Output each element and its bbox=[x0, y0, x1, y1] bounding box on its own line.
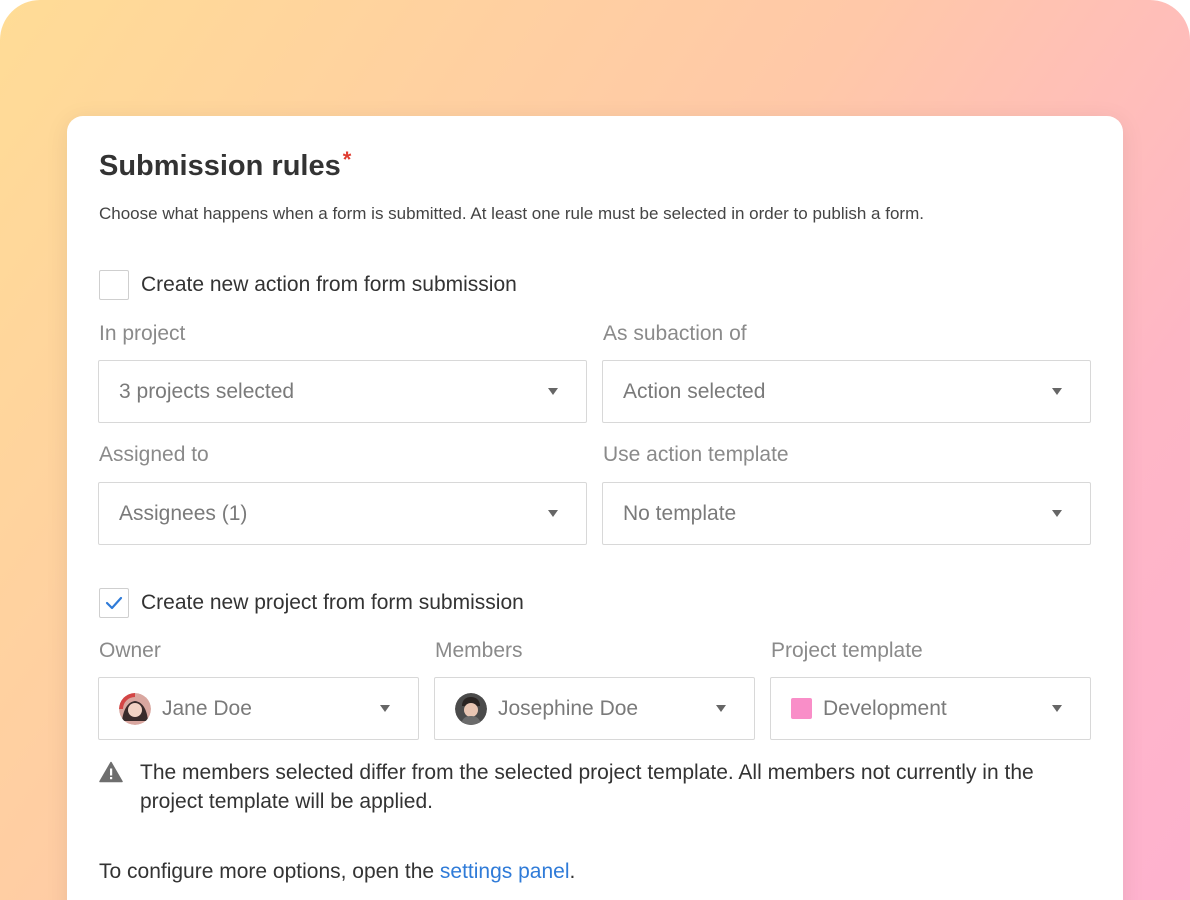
as-subaction-value: Action selected bbox=[623, 379, 766, 403]
warning-text: The members selected differ from the sel… bbox=[140, 761, 1034, 813]
assigned-to-select[interactable]: Assignees (1) bbox=[98, 482, 587, 545]
chevron-down-icon bbox=[1052, 510, 1062, 517]
action-template-value: No template bbox=[623, 501, 737, 525]
members-label: Members bbox=[435, 639, 523, 662]
chevron-down-icon bbox=[1052, 705, 1062, 712]
action-rule-label: Create new action from form submission bbox=[141, 273, 517, 296]
project-rule-label: Create new project from form submission bbox=[141, 591, 524, 614]
settings-panel-link[interactable]: settings panel bbox=[440, 860, 570, 883]
use-action-template-label: Use action template bbox=[603, 443, 789, 466]
chevron-down-icon bbox=[548, 388, 558, 395]
chevron-down-icon bbox=[548, 510, 558, 517]
owner-value: Jane Doe bbox=[162, 696, 252, 720]
members-select[interactable]: Josephine Doe bbox=[434, 677, 755, 740]
as-subaction-label: As subaction of bbox=[603, 322, 747, 345]
chevron-down-icon bbox=[1052, 388, 1062, 395]
required-asterisk: * bbox=[342, 147, 352, 172]
section-title-text: Submission rules bbox=[99, 150, 341, 182]
section-title: Submission rules* bbox=[99, 147, 352, 183]
project-template-select[interactable]: Development bbox=[770, 677, 1091, 740]
chevron-down-icon bbox=[716, 705, 726, 712]
template-color-swatch bbox=[791, 698, 812, 719]
members-value: Josephine Doe bbox=[498, 696, 639, 720]
submission-rules-card: Submission rules* Choose what happens wh… bbox=[67, 116, 1123, 900]
checkmark-icon bbox=[105, 596, 123, 610]
footer-suffix: . bbox=[569, 860, 576, 883]
assigned-to-label: Assigned to bbox=[99, 443, 209, 466]
warning-triangle-icon bbox=[99, 758, 129, 816]
section-description: Choose what happens when a form is submi… bbox=[99, 204, 924, 223]
footer-prefix: To configure more options, open the bbox=[99, 860, 440, 883]
project-rule-checkbox[interactable] bbox=[99, 588, 129, 618]
in-project-label: In project bbox=[99, 322, 186, 345]
project-rule-row[interactable]: Create new project from form submission bbox=[99, 588, 524, 618]
owner-select[interactable]: Jane Doe bbox=[98, 677, 419, 740]
warning-message: The members selected differ from the sel… bbox=[99, 758, 1099, 816]
assigned-to-value: Assignees (1) bbox=[119, 501, 248, 525]
action-rule-checkbox[interactable] bbox=[99, 270, 129, 300]
action-template-select[interactable]: No template bbox=[602, 482, 1091, 545]
chevron-down-icon bbox=[380, 705, 390, 712]
gradient-background: Submission rules* Choose what happens wh… bbox=[0, 0, 1190, 900]
in-project-select[interactable]: 3 projects selected bbox=[98, 360, 587, 423]
owner-label: Owner bbox=[99, 639, 161, 662]
project-template-value: Development bbox=[823, 696, 947, 720]
action-rule-row[interactable]: Create new action from form submission bbox=[99, 270, 517, 300]
avatar bbox=[119, 692, 151, 725]
avatar bbox=[455, 692, 487, 725]
footer-text: To configure more options, open the sett… bbox=[99, 860, 575, 884]
in-project-value: 3 projects selected bbox=[119, 379, 295, 403]
project-template-label: Project template bbox=[771, 639, 923, 662]
as-subaction-select[interactable]: Action selected bbox=[602, 360, 1091, 423]
